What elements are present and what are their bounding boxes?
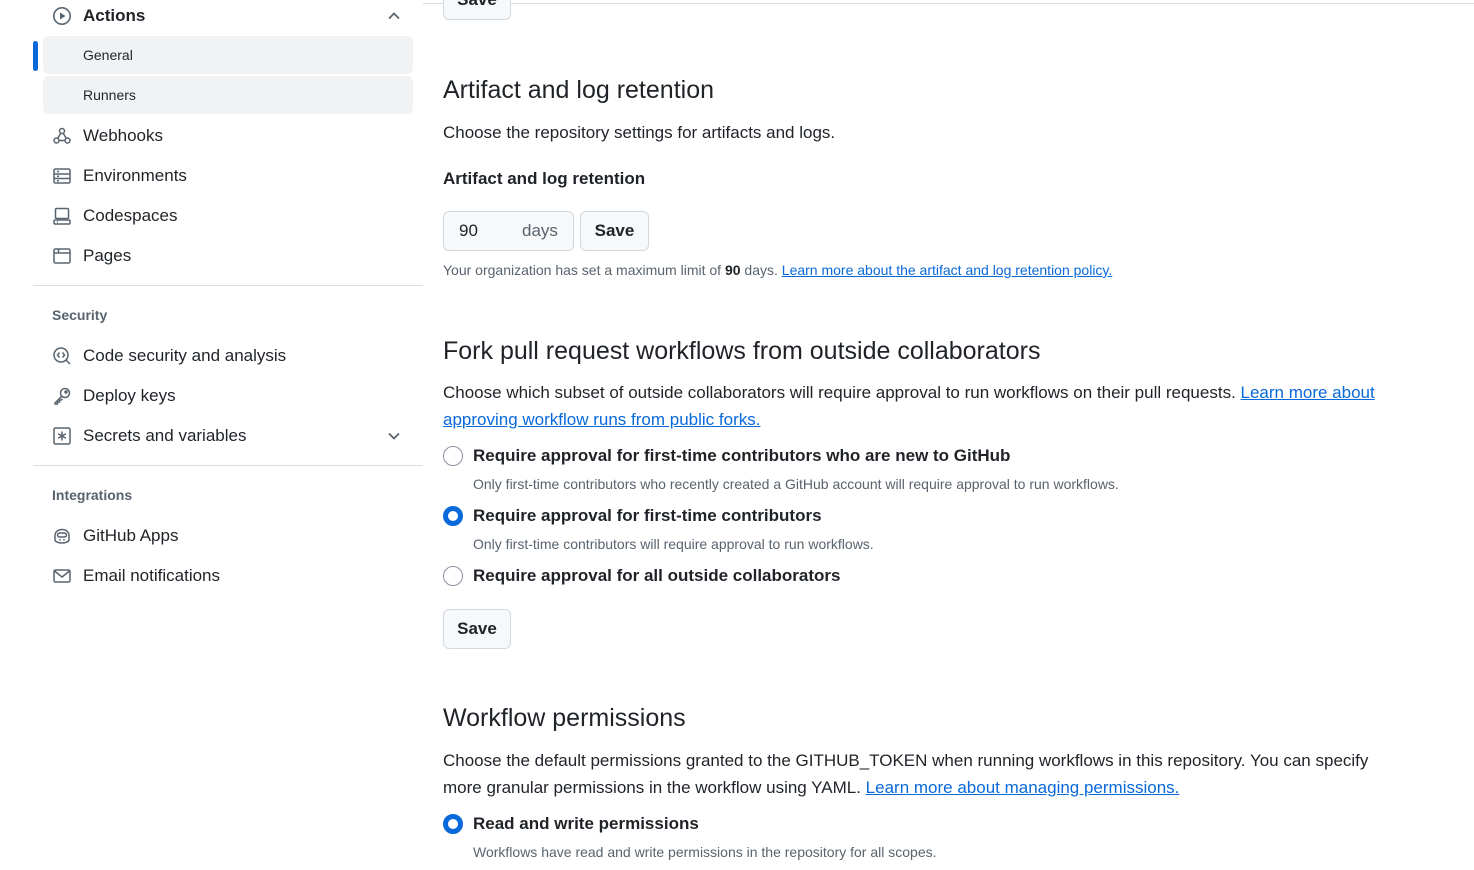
- sidebar-item-label: Pages: [83, 246, 132, 265]
- retention-description: Choose the repository settings for artif…: [443, 123, 836, 142]
- retention-policy-link[interactable]: Learn more about the artifact and log re…: [782, 262, 1113, 278]
- retention-title: Artifact and log retention: [443, 76, 714, 104]
- radio-button[interactable]: [443, 566, 463, 586]
- sidebar-group-heading-integrations: Integrations: [52, 487, 133, 503]
- radio-button-checked[interactable]: [443, 506, 463, 526]
- sidebar-item-label: Runners: [83, 87, 136, 103]
- radio-label: Read and write permissions: [473, 814, 699, 833]
- sidebar-item-environments[interactable]: Environments: [43, 158, 413, 194]
- radio-label: Require approval for first-time contribu…: [473, 446, 1011, 465]
- radio-label: Require approval for all outside collabo…: [473, 566, 841, 585]
- sidebar-item-deploy-keys[interactable]: Deploy keys: [43, 378, 413, 414]
- active-indicator: [33, 41, 38, 71]
- radio-label: Require approval for first-time contribu…: [473, 506, 822, 525]
- sidebar-item-label: General: [83, 47, 133, 63]
- sidebar-item-webhooks[interactable]: Webhooks: [43, 118, 413, 154]
- sidebar-item-actions[interactable]: Actions: [43, 0, 413, 34]
- sidebar-item-label: Deploy keys: [83, 386, 176, 405]
- sidebar-item-label: Code security and analysis: [83, 346, 287, 365]
- mail-icon: [51, 565, 73, 587]
- sidebar-item-secrets-and-variables[interactable]: Secrets and variables: [43, 418, 413, 454]
- sidebar-group-heading-security: Security: [52, 307, 108, 323]
- radio-help: Only first-time contributors who recentl…: [473, 476, 1119, 492]
- retention-note-suffix: days.: [740, 262, 782, 278]
- key-icon: [51, 385, 73, 407]
- asterisk-icon: [51, 425, 73, 447]
- radio-button-checked[interactable]: [443, 814, 463, 834]
- sidebar-item-label: GitHub Apps: [83, 526, 179, 545]
- copilot-icon: [51, 525, 73, 547]
- save-retention-button[interactable]: Save: [580, 211, 649, 251]
- sidebar-divider: [33, 285, 423, 286]
- chevron-down-icon[interactable]: [385, 427, 403, 445]
- retention-note-limit: 90: [724, 262, 741, 278]
- sidebar-item-label: Secrets and variables: [83, 426, 247, 445]
- retention-field-label: Artifact and log retention: [443, 169, 646, 188]
- top-divider: [423, 3, 1474, 4]
- retention-note-prefix: Your organization has set a maximum limi…: [443, 262, 725, 278]
- sidebar-item-codespaces[interactable]: Codespaces: [43, 198, 413, 234]
- workflow-permissions-title: Workflow permissions: [443, 704, 686, 732]
- server-icon: [51, 165, 73, 187]
- sidebar-item-label: Codespaces: [83, 206, 178, 225]
- sidebar-item-label: Environments: [83, 166, 187, 185]
- codescan-icon: [51, 345, 73, 367]
- radio-help: Only first-time contributors will requir…: [473, 536, 874, 552]
- chevron-up-icon[interactable]: [385, 7, 403, 25]
- sidebar-item-github-apps[interactable]: GitHub Apps: [43, 518, 413, 554]
- fork-description-text: Choose which subset of outside collabora…: [443, 383, 1241, 402]
- retention-days-unit: days: [522, 221, 558, 240]
- sidebar-divider: [33, 465, 423, 466]
- settings-sidebar: Actions General Runners Webhooks Environ…: [0, 0, 423, 870]
- retention-days-input[interactable]: 90 days: [443, 211, 574, 251]
- sidebar-item-code-security[interactable]: Code security and analysis: [43, 338, 413, 374]
- sidebar-item-general[interactable]: General: [43, 36, 413, 74]
- retention-days-value[interactable]: 90: [444, 221, 506, 241]
- sidebar-item-label: Email notifications: [83, 566, 221, 585]
- save-button-previous[interactable]: Save: [443, 0, 511, 20]
- radio-button[interactable]: [443, 446, 463, 466]
- radio-help: Workflows have read and write permission…: [473, 844, 937, 860]
- managing-permissions-link[interactable]: Learn more about managing permissions.: [866, 778, 1180, 797]
- save-fork-button[interactable]: Save: [443, 609, 511, 649]
- fork-title: Fork pull request workflows from outside…: [443, 337, 1041, 365]
- sidebar-item-email-notifications[interactable]: Email notifications: [43, 558, 413, 594]
- sidebar-item-label: Actions: [83, 6, 146, 25]
- radio-option-read-write[interactable]: Read and write permissions: [443, 814, 699, 834]
- sidebar-item-runners[interactable]: Runners: [43, 76, 413, 114]
- sidebar-item-pages[interactable]: Pages: [43, 238, 413, 274]
- play-icon: [51, 5, 73, 27]
- codespaces-icon: [51, 205, 73, 227]
- sidebar-item-label: Webhooks: [83, 126, 164, 145]
- workflow-permissions-description: Choose the default permissions granted t…: [443, 747, 1403, 801]
- webhook-icon: [51, 125, 73, 147]
- radio-option-first-time[interactable]: Require approval for first-time contribu…: [443, 506, 822, 526]
- fork-description: Choose which subset of outside collabora…: [443, 379, 1383, 433]
- browser-icon: [51, 245, 73, 267]
- retention-note: Your organization has set a maximum limi…: [443, 262, 1112, 278]
- radio-option-new-to-github[interactable]: Require approval for first-time contribu…: [443, 446, 1010, 466]
- radio-option-all-outside[interactable]: Require approval for all outside collabo…: [443, 566, 840, 586]
